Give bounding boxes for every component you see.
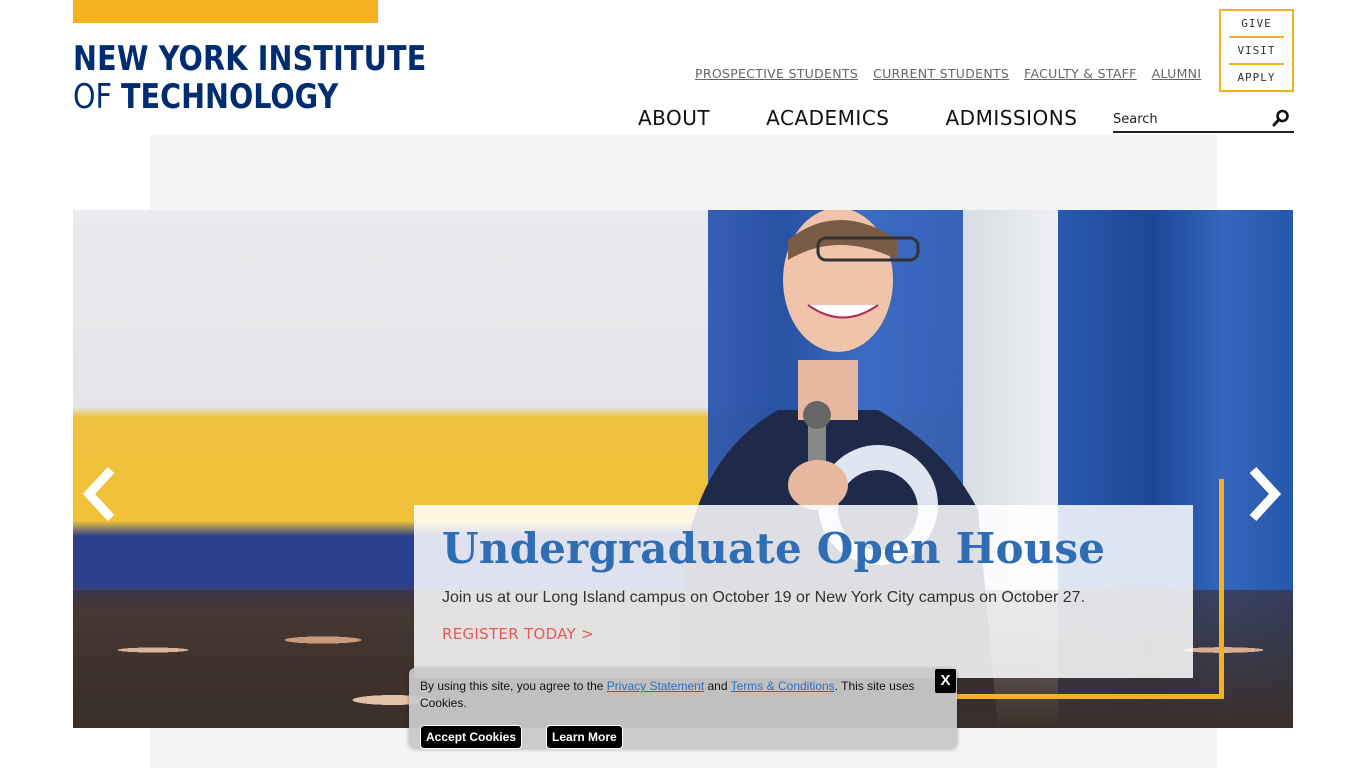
give-link[interactable]: GIVE — [1221, 11, 1292, 36]
hero-title: Undergraduate Open House — [442, 524, 1106, 573]
util-link-faculty-staff[interactable]: FACULTY & STAFF — [1024, 66, 1137, 81]
main-nav: ABOUT ACADEMICS ADMISSIONS — [638, 106, 1133, 130]
logo-line-1: NEW YORK INSTITUTE — [73, 39, 427, 79]
cookie-buttons: Accept Cookies Learn More — [420, 725, 946, 749]
hero-text: Join us at our Long Island campus on Oct… — [442, 589, 1086, 606]
nav-about[interactable]: ABOUT — [638, 106, 710, 130]
hero-caption: Undergraduate Open House Join us at our … — [414, 505, 1193, 678]
learn-more-button[interactable]: Learn More — [546, 725, 623, 749]
register-today-link[interactable]: REGISTER TODAY > — [442, 625, 594, 643]
chevron-right-icon[interactable] — [1243, 466, 1283, 522]
cookie-banner: By using this site, you agree to the Pri… — [409, 668, 957, 749]
util-link-current-students[interactable]: CURRENT STUDENTS — [873, 66, 1009, 81]
cookie-text-before: By using this site, you agree to the — [420, 679, 607, 693]
site-logo[interactable]: NEW YORK INSTITUTE OF TECHNOLOGY — [73, 39, 427, 116]
cookie-message: By using this site, you agree to the Pri… — [420, 678, 920, 712]
cookie-text-and: and — [704, 679, 731, 693]
util-link-prospective-students[interactable]: PROSPECTIVE STUDENTS — [695, 66, 858, 81]
util-link-alumni[interactable]: ALUMNI — [1152, 66, 1202, 81]
search-input[interactable] — [1113, 110, 1263, 127]
accept-cookies-button[interactable]: Accept Cookies — [420, 725, 523, 749]
nav-academics[interactable]: ACADEMICS — [766, 106, 889, 130]
nav-admissions[interactable]: ADMISSIONS — [945, 106, 1077, 130]
search-icon[interactable] — [1272, 109, 1290, 127]
cookie-close-button[interactable]: X — [935, 669, 956, 693]
apply-link[interactable]: APPLY — [1221, 65, 1292, 90]
logo-of: OF — [73, 77, 122, 117]
cta-box: GIVE VISIT APPLY — [1219, 9, 1294, 92]
chevron-left-icon[interactable] — [81, 466, 121, 522]
search-box — [1113, 108, 1294, 133]
logo-accent-bar — [73, 0, 378, 23]
utility-nav: PROSPECTIVE STUDENTS CURRENT STUDENTS FA… — [695, 66, 1201, 81]
terms-conditions-link[interactable]: Terms & Conditions — [731, 679, 835, 693]
logo-technology: TECHNOLOGY — [121, 77, 339, 117]
logo-line-2: OF TECHNOLOGY — [73, 78, 359, 116]
privacy-statement-link[interactable]: Privacy Statement — [607, 679, 704, 693]
visit-link[interactable]: VISIT — [1221, 38, 1292, 63]
